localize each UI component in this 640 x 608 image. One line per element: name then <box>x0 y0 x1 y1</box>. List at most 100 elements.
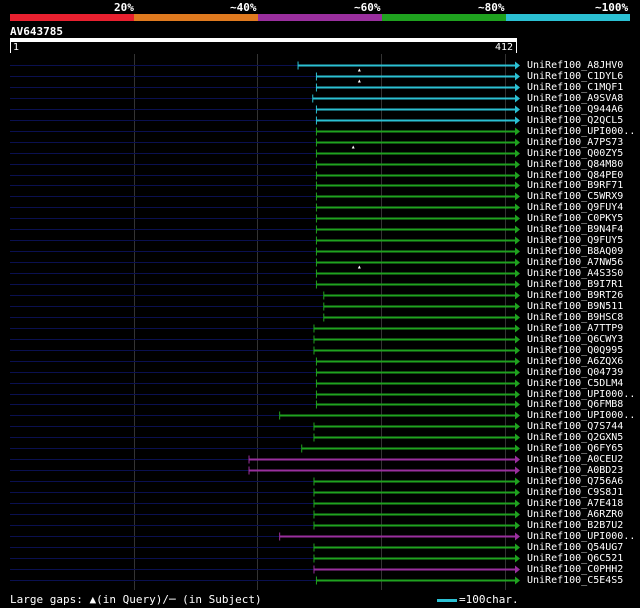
hit-arrow <box>515 433 520 442</box>
hit-arrow <box>515 346 520 355</box>
hit-label[interactable]: UniRef100_A7TTP9 <box>527 323 623 334</box>
hit-label[interactable]: UniRef100_A7E418 <box>527 498 623 509</box>
hit-label[interactable]: UniRef100_Q0Q995 <box>527 345 623 356</box>
hit-arrow <box>515 324 520 333</box>
hit-label[interactable]: UniRef100_Q04739 <box>527 367 623 378</box>
hit-label[interactable]: UniRef100_Q6FMB8 <box>527 399 623 410</box>
hit-arrow <box>515 258 520 267</box>
hit-arrow <box>515 247 520 256</box>
hit-arrow <box>515 269 520 278</box>
hit-arrow <box>515 116 520 125</box>
hit-label[interactable]: UniRef100_A0BD23 <box>527 465 623 476</box>
hit-label[interactable]: UniRef100_C1DYL6 <box>527 71 623 82</box>
hit-label[interactable]: UniRef100_Q2GXN5 <box>527 432 623 443</box>
hit-label[interactable]: UniRef100_A8JHV0 <box>527 60 623 71</box>
hit-arrow <box>515 236 520 245</box>
hit-arrow <box>515 225 520 234</box>
hit-arrow <box>515 149 520 158</box>
hit-label[interactable]: UniRef100_B2B7U2 <box>527 520 623 531</box>
hit-arrow <box>515 203 520 212</box>
hit-label[interactable]: UniRef100_B9HSC8 <box>527 312 623 323</box>
hit-arrow <box>515 127 520 136</box>
hit-arrow <box>515 214 520 223</box>
hit-arrow <box>515 411 520 420</box>
hit-label[interactable]: UniRef100_B9N4F4 <box>527 224 623 235</box>
gap-legend: Large gaps: ▲(in Query)/─ (in Subject) <box>10 593 262 606</box>
hit-arrow <box>515 94 520 103</box>
query-gap-marker <box>357 79 361 83</box>
hit-arrow <box>515 390 520 399</box>
hit-arrow <box>515 543 520 552</box>
hit-label[interactable]: UniRef100_A4S3S0 <box>527 268 623 279</box>
hit-arrow <box>515 291 520 300</box>
hit-label[interactable]: UniRef100_C1MQF1 <box>527 82 623 93</box>
hit-arrow <box>515 160 520 169</box>
hit-arrow <box>515 510 520 519</box>
hit-arrow <box>515 477 520 486</box>
hit-label[interactable]: UniRef100_UPI000.. <box>527 126 635 137</box>
scale-key: =100char. <box>437 593 519 606</box>
hit-arrow <box>515 83 520 92</box>
hit-label[interactable]: UniRef100_Q00ZY5 <box>527 148 623 159</box>
hit-label[interactable]: UniRef100_A7PS73 <box>527 137 623 148</box>
query-gap-marker <box>351 145 355 149</box>
hit-label[interactable]: UniRef100_Q54UG7 <box>527 542 623 553</box>
hit-arrow <box>515 576 520 585</box>
hit-label[interactable]: UniRef100_Q7S744 <box>527 421 623 432</box>
hit-label[interactable]: UniRef100_C9S8J1 <box>527 487 623 498</box>
hit-label[interactable]: UniRef100_C0PHH2 <box>527 564 623 575</box>
hit-label[interactable]: UniRef100_C0PKY5 <box>527 213 623 224</box>
hit-arrow <box>515 444 520 453</box>
hit-label[interactable]: UniRef100_C5WRX9 <box>527 191 623 202</box>
hit-label[interactable]: UniRef100_Q756A6 <box>527 476 623 487</box>
hit-label[interactable]: UniRef100_UPI000.. <box>527 410 635 421</box>
hit-label[interactable]: UniRef100_B8AQ09 <box>527 246 623 257</box>
hit-label[interactable]: UniRef100_C5DLM4 <box>527 378 623 389</box>
hit-label[interactable]: UniRef100_Q6CWY3 <box>527 334 623 345</box>
hit-arrow <box>515 554 520 563</box>
hit-arrow <box>515 499 520 508</box>
hit-label[interactable]: UniRef100_UPI000.. <box>527 531 635 542</box>
hit-arrow <box>515 313 520 322</box>
hit-label[interactable]: UniRef100_B9I7R1 <box>527 279 623 290</box>
hit-arrow <box>515 488 520 497</box>
hit-label[interactable]: UniRef100_B9RF71 <box>527 180 623 191</box>
hit-arrow <box>515 368 520 377</box>
hit-arrow <box>515 400 520 409</box>
hit-label[interactable]: UniRef100_B9N511 <box>527 301 623 312</box>
hit-label[interactable]: UniRef100_Q9FUY4 <box>527 202 623 213</box>
hit-arrow <box>515 61 520 70</box>
hit-arrow <box>515 181 520 190</box>
hit-label[interactable]: UniRef100_Q2QCL5 <box>527 115 623 126</box>
hit-label[interactable]: UniRef100_Q6C521 <box>527 553 623 564</box>
hit-label[interactable]: UniRef100_Q6FY65 <box>527 443 623 454</box>
query-gap-marker <box>357 265 361 269</box>
hit-label[interactable]: UniRef100_A7NW56 <box>527 257 623 268</box>
hit-arrow <box>515 422 520 431</box>
hit-label[interactable]: UniRef100_A6ZQX6 <box>527 356 623 367</box>
hit-arrow <box>515 72 520 81</box>
hit-arrow <box>515 379 520 388</box>
hit-label[interactable]: UniRef100_B9RT26 <box>527 290 623 301</box>
hit-arrow <box>515 302 520 311</box>
hit-arrow <box>515 280 520 289</box>
hit-arrow <box>515 532 520 541</box>
hit-label[interactable]: UniRef100_A9SVA8 <box>527 93 623 104</box>
hit-arrow <box>515 192 520 201</box>
hit-label[interactable]: UniRef100_Q944A6 <box>527 104 623 115</box>
scale-key-bar <box>437 598 457 602</box>
hit-arrow <box>515 138 520 147</box>
hit-arrow <box>515 357 520 366</box>
hit-label[interactable]: UniRef100_Q84M80 <box>527 159 623 170</box>
hit-arrow <box>515 565 520 574</box>
hit-label[interactable]: UniRef100_A6RZR0 <box>527 509 623 520</box>
hit-arrow <box>515 335 520 344</box>
hit-label[interactable]: UniRef100_Q9FUY5 <box>527 235 623 246</box>
query-gap-marker <box>357 68 361 72</box>
hit-arrow <box>515 455 520 464</box>
hit-arrow <box>515 466 520 475</box>
hit-arrow <box>515 105 520 114</box>
hit-label[interactable]: UniRef100_C5E4S5 <box>527 575 623 586</box>
hit-arrow <box>515 521 520 530</box>
hit-label[interactable]: UniRef100_A0CEU2 <box>527 454 623 465</box>
